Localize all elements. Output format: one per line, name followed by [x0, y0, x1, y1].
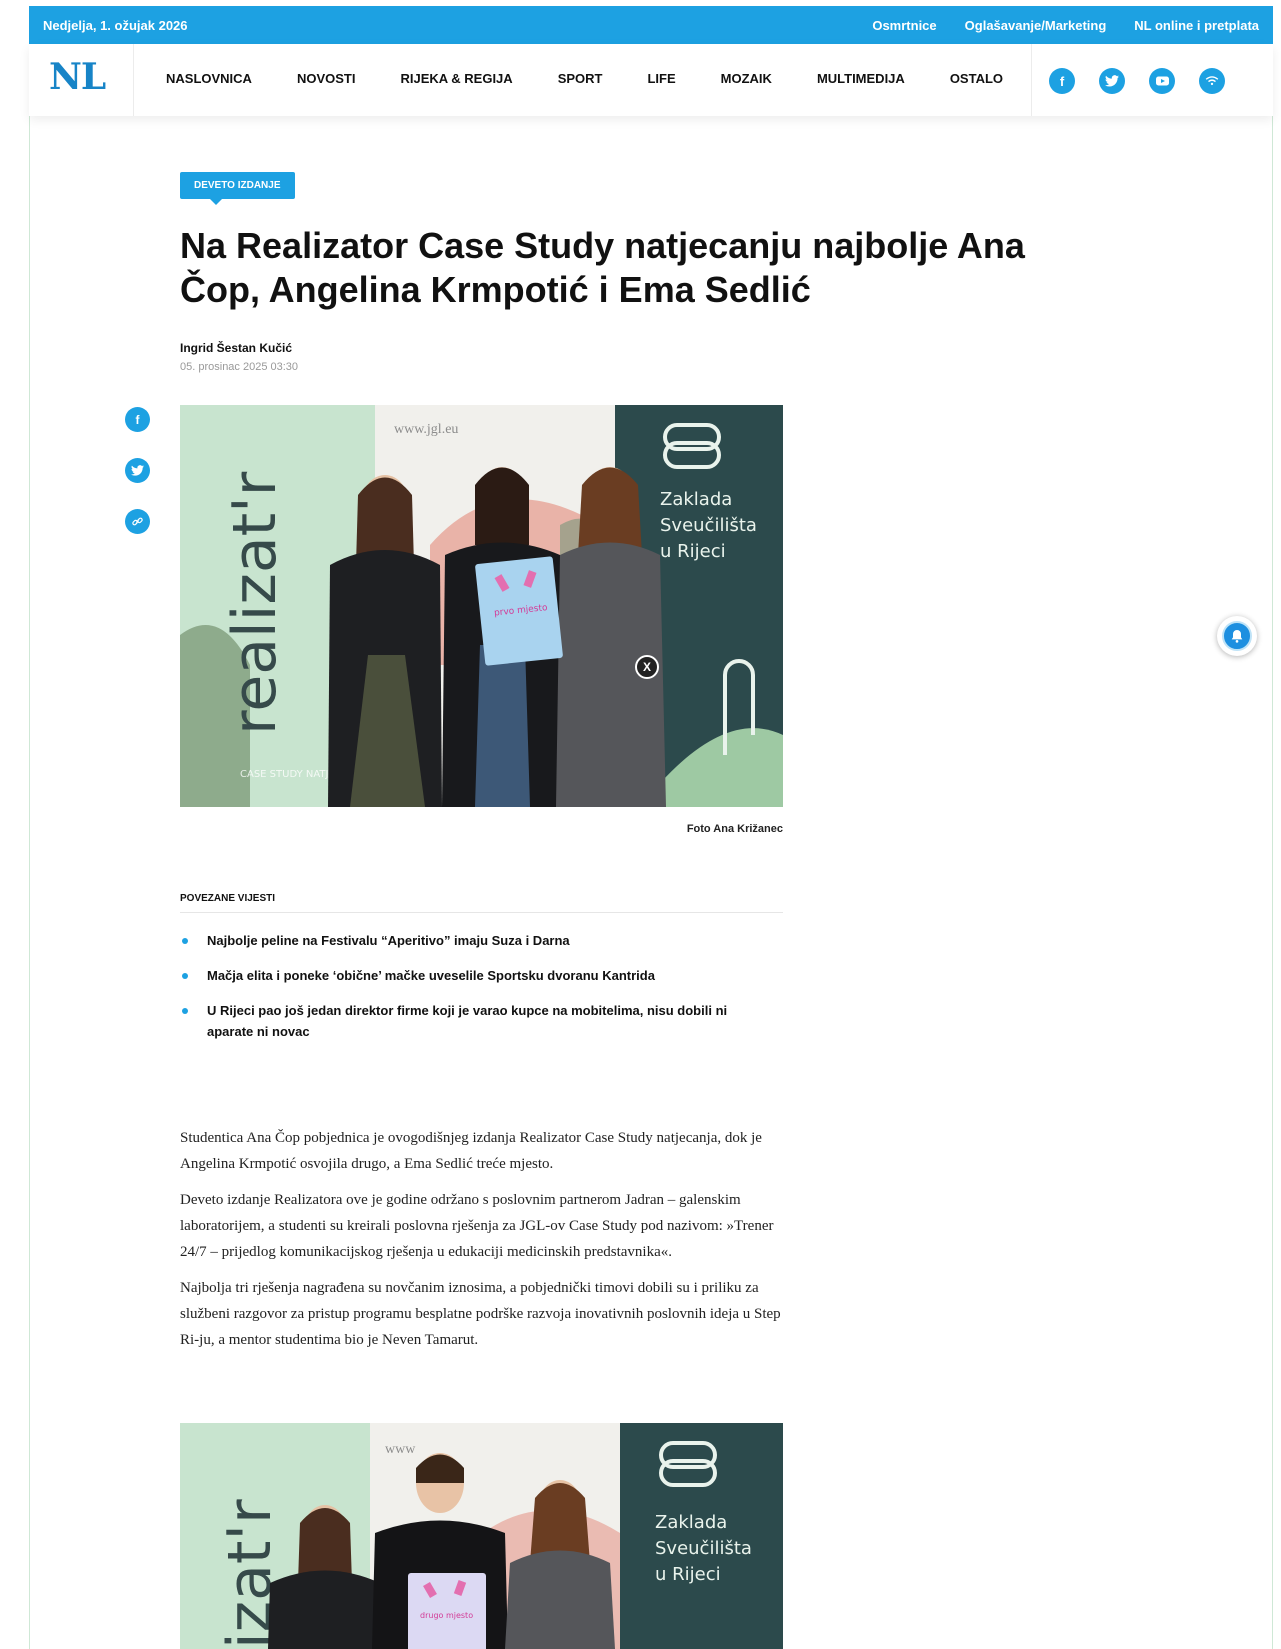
article-title: Na Realizator Case Study natjecanju najb… [180, 225, 1025, 310]
link-osmrtnice[interactable]: Osmrtnice [872, 18, 936, 33]
photo2-foundation-line-3: u Rijeci [655, 1564, 721, 1585]
photo-foundation-line-2: Sveučilišta [660, 515, 757, 536]
photo-url-text: www.jgl.eu [394, 422, 458, 437]
rss-icon[interactable] [1199, 68, 1225, 94]
nav-divider [1031, 44, 1032, 116]
nav-item-rijeka-regija[interactable]: RIJEKA & REGIJA [400, 71, 512, 86]
notification-bell-button[interactable] [1217, 616, 1257, 656]
nav-item-sport[interactable]: SPORT [558, 71, 603, 86]
site-logo[interactable]: NL [49, 56, 119, 100]
top-links: Osmrtnice Oglašavanje/Marketing NL onlin… [872, 18, 1259, 33]
nav-item-novosti[interactable]: NOVOSTI [297, 71, 356, 86]
link-pretplata[interactable]: NL online i pretplata [1134, 18, 1259, 33]
top-bar: Nedjelja, 1. ožujak 2026 Osmrtnice Oglaš… [29, 6, 1273, 44]
article-body: Studentica Ana Čop pobjednica je ovogodi… [180, 1125, 785, 1363]
nav-item-mozaik[interactable]: MOZAIK [721, 71, 772, 86]
share-facebook-icon[interactable]: f [125, 407, 150, 432]
current-date: Nedjelja, 1. ožujak 2026 [43, 18, 188, 33]
related-list: Najbolje peline na Festivalu “Aperitivo”… [180, 930, 760, 1056]
body-paragraph: Studentica Ana Čop pobjednica je ovogodi… [180, 1130, 762, 1172]
twitter-icon[interactable] [1099, 68, 1125, 94]
nav-item-naslovnica[interactable]: NASLOVNICA [166, 71, 252, 86]
photo-foundation-line-3: u Rijeci [660, 541, 726, 562]
share-link-icon[interactable] [125, 509, 150, 534]
nav-item-life[interactable]: LIFE [647, 71, 675, 86]
photo-foundation-line-1: Zaklada [660, 489, 732, 510]
nav-item-multimedija[interactable]: MULTIMEDIJA [817, 71, 905, 86]
youtube-icon[interactable] [1149, 68, 1175, 94]
link-oglasavanje[interactable]: Oglašavanje/Marketing [965, 18, 1107, 33]
main-nav: NL NASLOVNICA NOVOSTI RIJEKA & REGIJA SP… [29, 44, 1273, 116]
photo-banner-word: realizat'r [220, 471, 290, 735]
body-paragraph: Najbolja tri rješenja nagrađena su novča… [180, 1280, 781, 1348]
nav-item-ostalo[interactable]: OSTALO [950, 71, 1003, 86]
nav-divider [133, 44, 134, 116]
related-item[interactable]: Mačja elita i poneke ‘obične’ mačke uves… [180, 965, 760, 986]
social-links: f [1049, 68, 1225, 94]
share-twitter-icon[interactable] [125, 458, 150, 483]
related-item[interactable]: Najbolje peline na Festivalu “Aperitivo”… [180, 930, 760, 951]
photo2-foundation-line-1: Zaklada [655, 1512, 727, 1533]
certificate: prvo mjesto [475, 556, 563, 666]
article-tag[interactable]: DEVETO IZDANJE [180, 172, 295, 205]
related-heading: POVEZANE VIJESTI [180, 893, 783, 913]
bell-icon [1222, 621, 1252, 651]
nav-menu: NASLOVNICA NOVOSTI RIJEKA & REGIJA SPORT… [166, 71, 1003, 86]
share-buttons: f [125, 407, 150, 534]
certificate: drugo mjesto [408, 1573, 486, 1649]
certificate2-text: drugo mjesto [420, 1611, 473, 1620]
article-photo-2[interactable]: www izat'r Zaklada Sveučilišta u Rijeci … [180, 1423, 783, 1649]
article-photo[interactable]: www.jgl.eu realizat'r CASE STUDY NATJECA… [180, 405, 783, 807]
photo-caption: Foto Ana Križanec [686, 823, 783, 835]
close-icon[interactable]: X [635, 655, 659, 679]
photo2-foundation-line-2: Sveučilišta [655, 1538, 752, 1559]
photo2-url-text: www [385, 1442, 416, 1457]
body-paragraph: Deveto izdanje Realizatora ove je godine… [180, 1192, 774, 1260]
article-author[interactable]: Ingrid Šestan Kučić [180, 341, 292, 355]
facebook-icon[interactable]: f [1049, 68, 1075, 94]
article-date: 05. prosinac 2025 03:30 [180, 361, 299, 373]
related-item[interactable]: U Rijeci pao još jedan direktor firme ko… [180, 1000, 760, 1042]
